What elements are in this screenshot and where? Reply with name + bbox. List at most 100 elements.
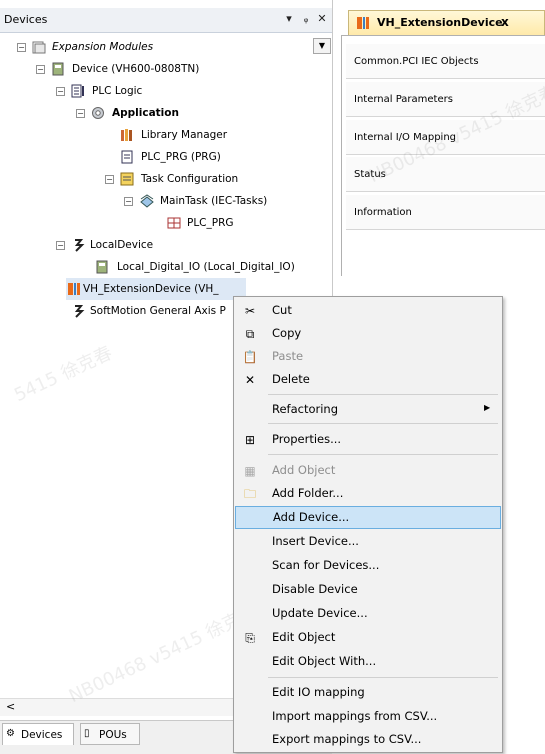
menu-separator — [268, 423, 498, 424]
local-device-icon — [74, 239, 85, 252]
collapse-icon[interactable]: − — [56, 241, 65, 250]
task-icon — [140, 194, 154, 208]
menu-item-insert-device[interactable]: Insert Device... — [234, 530, 502, 553]
menu-item-disable-device[interactable]: Disable Device — [234, 578, 502, 601]
tab-label: POUs — [99, 729, 127, 741]
panel-dropdown-button[interactable]: ▾ — [282, 11, 296, 27]
pin-icon[interactable]: ᵩ — [299, 11, 313, 27]
gear-icon — [92, 107, 104, 119]
menu-item-label: Add Folder... — [272, 486, 344, 500]
device-editor: Common.PCI IEC Objects Internal Paramete… — [341, 35, 545, 276]
menu-item-delete[interactable]: ✕ Delete — [234, 368, 502, 391]
tree-item-label: PLC_PRG — [187, 217, 234, 229]
menu-item-add-device[interactable]: Add Device... — [235, 506, 501, 529]
panel-close-button[interactable]: ✕ — [315, 11, 329, 27]
library-icon — [121, 129, 132, 141]
menu-item-scan-for-devices[interactable]: Scan for Devices... — [234, 554, 502, 577]
menu-item-refactoring[interactable]: Refactoring ▶ — [234, 398, 502, 421]
scroll-left-arrow[interactable]: < — [6, 700, 15, 713]
tree-item-plc-prg-call[interactable]: PLC_PRG — [0, 212, 300, 234]
device-icon — [52, 62, 64, 76]
collapse-icon[interactable]: − — [105, 175, 114, 184]
menu-item-cut[interactable]: ✂ Cut — [234, 299, 502, 322]
menu-item-label: Properties... — [272, 432, 342, 446]
collapse-icon[interactable]: − — [36, 65, 45, 74]
nav-item-information[interactable]: Information — [346, 195, 545, 230]
tree-item-vh-extensiondevice[interactable]: VH_ExtensionDevice (VH_ — [66, 278, 246, 300]
folder-icon: 🗀 — [243, 487, 256, 501]
io-module-icon — [96, 260, 108, 274]
menu-item-copy[interactable]: ⧉ Copy — [234, 322, 502, 345]
tree-item-application[interactable]: − Application — [0, 102, 300, 124]
menu-item-add-object[interactable]: ▦ Add Object — [234, 459, 502, 482]
menu-separator — [268, 454, 498, 455]
tree-item-localdevice[interactable]: − LocalDevice — [0, 234, 300, 256]
collapse-icon[interactable]: − — [17, 43, 26, 52]
folder-module-icon — [32, 41, 46, 54]
collapse-icon[interactable]: − — [124, 197, 133, 206]
nav-item-internal-parameters[interactable]: Internal Parameters — [346, 82, 545, 117]
menu-item-label: Paste — [272, 349, 304, 363]
tree-item-maintask[interactable]: − MainTask (IEC-Tasks) — [0, 190, 300, 212]
devices-panel-header: Devices ▾ ᵩ ✕ — [0, 8, 332, 33]
extension-device-icon — [68, 283, 80, 295]
tree-item-label: PLC Logic — [92, 85, 143, 97]
tree-item-task-configuration[interactable]: − Task Configuration — [0, 168, 300, 190]
nav-item-status[interactable]: Status — [346, 157, 545, 192]
menu-item-update-device[interactable]: Update Device... — [234, 602, 502, 625]
menu-item-edit-object[interactable]: ⎘ Edit Object — [234, 626, 502, 649]
menu-item-properties[interactable]: ⊞ Properties... — [234, 428, 502, 451]
devices-panel-title: Devices — [4, 13, 48, 26]
menu-item-add-folder[interactable]: 🗀 Add Folder... — [234, 482, 502, 505]
tree-item-label: Expansion Modules — [52, 41, 154, 53]
tree-item-plc-prg[interactable]: PLC_PRG (PRG) — [0, 146, 300, 168]
menu-item-label: Refactoring — [272, 402, 339, 416]
scissors-icon: ✂ — [244, 304, 256, 318]
menu-item-edit-io-mapping[interactable]: Edit IO mapping — [234, 681, 502, 704]
close-icon[interactable]: x — [501, 15, 509, 29]
menu-item-paste[interactable]: 📋 Paste — [234, 345, 502, 368]
menu-item-label: Cut — [272, 303, 292, 317]
tree-item-expansion-modules[interactable]: − Expansion Modules — [0, 36, 300, 58]
add-object-icon: ▦ — [244, 464, 256, 478]
softmotion-axis-icon — [74, 305, 85, 318]
program-call-icon — [167, 217, 181, 229]
collapse-icon[interactable]: − — [76, 109, 85, 118]
menu-item-label: Copy — [272, 326, 302, 340]
devices-tab-icon: ⚙ — [6, 728, 15, 739]
pous-tab-icon: ▯ — [84, 728, 90, 739]
paste-icon: 📋 — [242, 350, 258, 364]
submenu-arrow-icon: ▶ — [484, 403, 491, 412]
nav-item-common-pci-iec-objects[interactable]: Common.PCI IEC Objects — [346, 44, 545, 79]
editor-tab-vh-extensiondevice[interactable]: VH_ExtensionDevice x — [348, 10, 545, 36]
tree-item-label: Application — [112, 107, 179, 119]
tree-item-softmotion-axis[interactable]: SoftMotion General Axis P — [0, 300, 240, 322]
delete-icon: ✕ — [244, 373, 256, 387]
menu-item-export-mappings[interactable]: Export mappings to CSV... — [234, 728, 502, 751]
tree-item-label: Local_Digital_IO (Local_Digital_IO) — [117, 261, 295, 273]
editor-tab-label: VH_ExtensionDevice — [377, 16, 503, 29]
tree-item-plc-logic[interactable]: − PLC Logic — [0, 80, 300, 102]
tree-item-local-digital-io[interactable]: Local_Digital_IO (Local_Digital_IO) — [0, 256, 310, 278]
edit-object-icon: ⎘ — [245, 631, 255, 645]
menu-item-label: Update Device... — [272, 606, 368, 620]
menu-item-label: Add Device... — [273, 510, 350, 524]
menu-separator — [268, 394, 498, 395]
properties-icon: ⊞ — [244, 433, 256, 447]
menu-item-import-mappings[interactable]: Import mappings from CSV... — [234, 705, 502, 728]
tree-item-device[interactable]: − Device (VH600-0808TN) — [0, 58, 300, 80]
editor-navigation: Common.PCI IEC Objects Internal Paramete… — [346, 36, 545, 276]
menu-item-label: Scan for Devices... — [272, 558, 380, 572]
menu-item-edit-object-with[interactable]: Edit Object With... — [234, 650, 502, 673]
nav-item-internal-io-mapping[interactable]: Internal I/O Mapping — [346, 120, 545, 155]
copy-icon: ⧉ — [245, 327, 255, 341]
tab-pous[interactable]: ▯ POUs — [80, 723, 140, 745]
tab-devices[interactable]: ⚙ Devices — [2, 723, 74, 745]
extension-device-icon — [357, 17, 369, 29]
tree-item-label: VH_ExtensionDevice (VH_ — [83, 283, 219, 295]
collapse-icon[interactable]: − — [56, 87, 65, 96]
tree-item-library-manager[interactable]: Library Manager — [0, 124, 300, 146]
menu-item-label: Import mappings from CSV... — [272, 709, 438, 723]
tree-item-label: Device (VH600-0808TN) — [72, 63, 200, 75]
tree-item-label: PLC_PRG (PRG) — [141, 151, 221, 163]
